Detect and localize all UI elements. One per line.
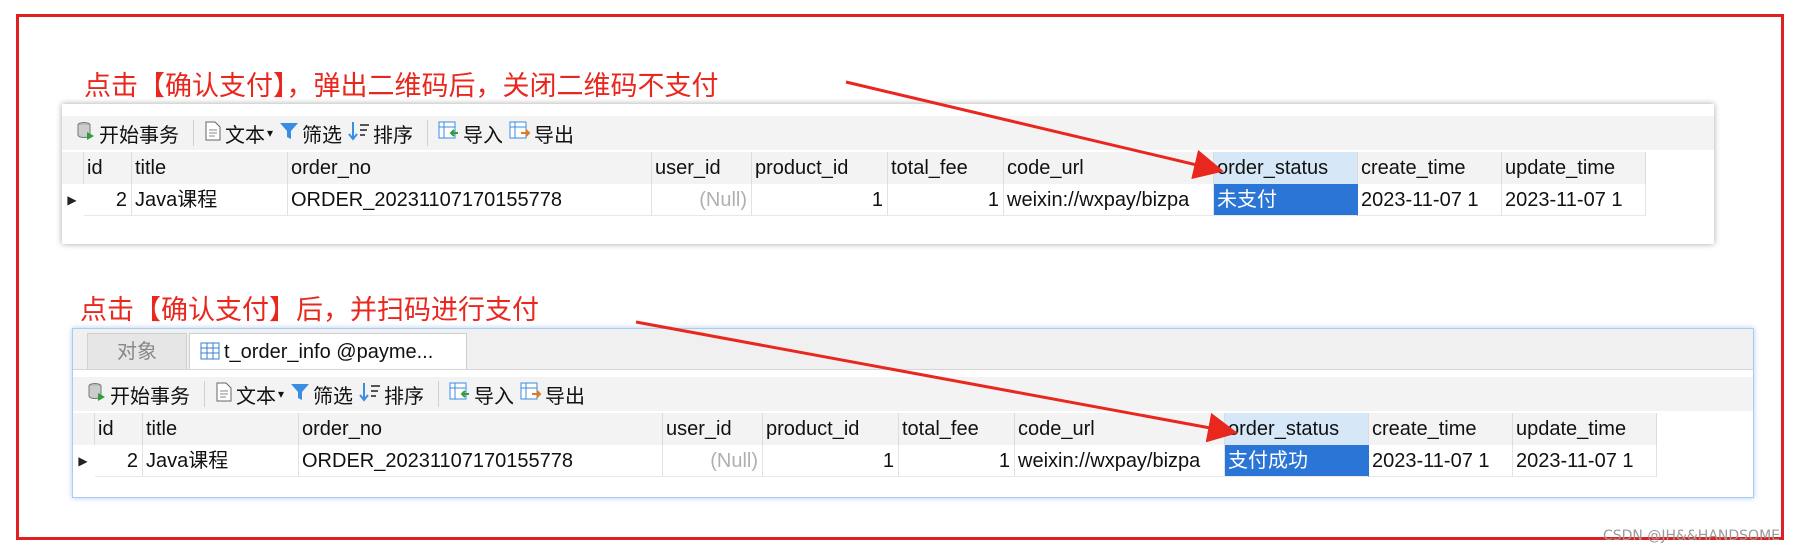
annotation-arrows [635, 80, 1238, 443]
arrow-to-status-after [635, 320, 1238, 443]
arrow-to-status-before [845, 80, 1224, 180]
